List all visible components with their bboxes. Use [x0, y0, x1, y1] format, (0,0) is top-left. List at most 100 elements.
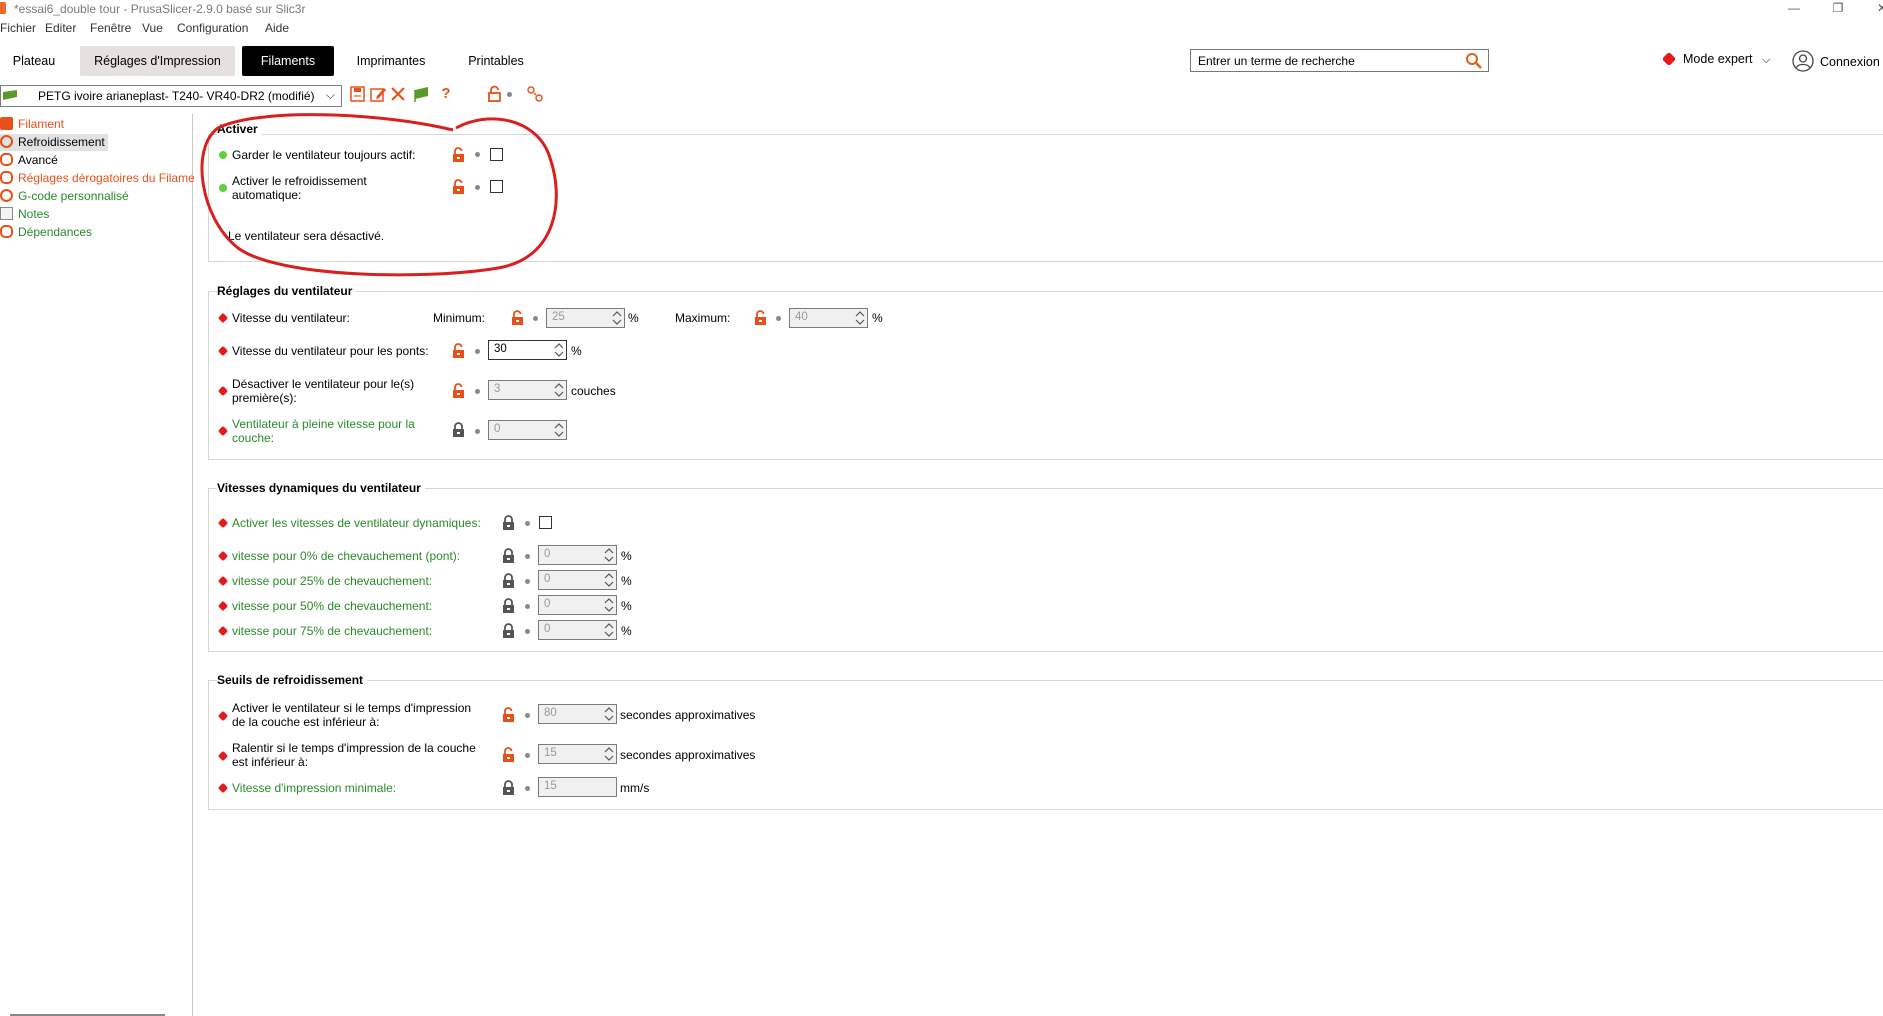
tree-item-dependances[interactable]: Dépendances: [0, 224, 92, 241]
delete-icon[interactable]: [389, 85, 407, 103]
unlock-icon[interactable]: [452, 179, 466, 195]
unlock-icon[interactable]: [452, 383, 466, 399]
group-title-reglages: Réglages du ventilateur: [217, 284, 357, 298]
lock-icon[interactable]: [502, 598, 516, 614]
spin-arrows-icon[interactable]: [553, 341, 565, 359]
info-ventilateur-desactive: Le ventilateur sera désactivé.: [228, 229, 385, 243]
input-value: 0: [544, 598, 551, 610]
tree-item-refroidissement[interactable]: Refroidissement: [0, 134, 108, 151]
input-value: 0: [544, 623, 551, 635]
tab-filaments[interactable]: Filaments: [242, 46, 334, 76]
spin-arrows-icon[interactable]: [603, 705, 615, 723]
spin-arrows-icon[interactable]: [603, 546, 615, 564]
minimize-button[interactable]: —: [1771, 0, 1817, 18]
close-button[interactable]: ✕: [1859, 0, 1883, 18]
bullet-icon: [776, 316, 781, 321]
unit-percent: %: [621, 599, 632, 613]
help-icon[interactable]: ?: [437, 85, 455, 103]
menu-fenetre[interactable]: Fenêtre: [90, 21, 131, 35]
min-print-speed-input[interactable]: 15: [538, 777, 617, 797]
notes-icon: [0, 207, 13, 220]
lock-icon[interactable]: [502, 515, 516, 531]
overhang-0-input[interactable]: 0: [538, 545, 617, 565]
chevron-down-icon: ⌵: [1761, 54, 1771, 66]
compare-icon[interactable]: [526, 85, 544, 103]
spin-arrows-icon[interactable]: [603, 571, 615, 589]
spin-arrows-icon[interactable]: [553, 421, 565, 439]
menu-fichier[interactable]: Fichier: [0, 21, 36, 35]
fan-below-layer-time-input[interactable]: 80: [538, 704, 617, 724]
flag-icon[interactable]: [413, 85, 431, 103]
checkbox-garder-ventilateur[interactable]: [490, 148, 503, 161]
wrench-icon: [0, 171, 13, 184]
search-icon[interactable]: [1465, 52, 1483, 70]
spin-arrows-icon[interactable]: [603, 745, 615, 763]
checkbox-activer-dynamiques[interactable]: [539, 516, 552, 529]
connexion-button[interactable]: Connexion: [1792, 50, 1880, 72]
lock-icon[interactable]: [502, 780, 516, 796]
window-title: *essai6_double tour - PrusaSlicer-2.9.0 …: [14, 2, 306, 16]
menu-configuration[interactable]: Configuration: [177, 21, 248, 35]
menu-vue[interactable]: Vue: [142, 21, 163, 35]
spin-arrows-icon[interactable]: [603, 596, 615, 614]
unlock-icon[interactable]: [452, 343, 466, 359]
tree-item-label: Refroidissement: [18, 135, 105, 149]
bullet-icon: [525, 713, 530, 718]
group-title-activer: Activer: [217, 122, 262, 136]
tab-reglages-impression[interactable]: Réglages d'Impression: [80, 46, 235, 76]
label-maximum: Maximum:: [675, 311, 731, 325]
tab-bar: Plateau Réglages d'Impression Filaments …: [0, 44, 1883, 76]
bridge-fan-speed-input[interactable]: 30: [488, 340, 567, 360]
wrench-icon: [0, 225, 13, 238]
unlock-icon[interactable]: [452, 147, 466, 163]
edit-icon[interactable]: [369, 85, 387, 103]
menu-aide[interactable]: Aide: [265, 21, 289, 35]
save-icon[interactable]: [349, 85, 367, 103]
lock-icon[interactable]: [502, 548, 516, 564]
min-fan-speed-input[interactable]: 25: [546, 308, 625, 328]
lock-icon[interactable]: [452, 422, 466, 438]
label-vitesse-0: vitesse pour 0% de chevauchement (pont):: [232, 549, 461, 563]
maximize-button[interactable]: ❐: [1815, 0, 1861, 18]
app-icon: [0, 2, 6, 14]
tab-plateau[interactable]: Plateau: [4, 46, 64, 76]
group-border: [208, 809, 1883, 810]
overhang-50-input[interactable]: 0: [538, 595, 617, 615]
disable-fan-layers-input[interactable]: 3: [488, 380, 567, 400]
tab-printables[interactable]: Printables: [458, 46, 534, 76]
max-fan-speed-input[interactable]: 40: [789, 308, 868, 328]
menu-bar: Fichier Editer Fenêtre Vue Configuration…: [0, 20, 1883, 38]
search-input[interactable]: [1191, 50, 1451, 71]
mode-expert-dropdown[interactable]: Mode expert ⌵: [1661, 51, 1771, 67]
overhang-25-input[interactable]: 0: [538, 570, 617, 590]
tree-item-reglages-derogatoires[interactable]: Réglages dérogatoires du Filame: [0, 170, 195, 187]
unlock-icon[interactable]: [486, 85, 504, 103]
label-vitesse-impression-min: Vitesse d'impression minimale:: [232, 781, 397, 795]
checkbox-refroidissement-auto[interactable]: [490, 180, 503, 193]
spin-arrows-icon[interactable]: [553, 381, 565, 399]
unit-mms: mm/s: [620, 781, 650, 795]
tab-imprimantes[interactable]: Imprimantes: [346, 46, 436, 76]
lock-icon[interactable]: [502, 623, 516, 639]
preset-select[interactable]: PETG ivoire arianeplast- T240- VR40-DR2 …: [0, 85, 342, 107]
overhang-75-input[interactable]: 0: [538, 620, 617, 640]
slowdown-below-layer-time-input[interactable]: 15: [538, 744, 617, 764]
lock-icon[interactable]: [502, 573, 516, 589]
unlock-icon[interactable]: [502, 707, 516, 723]
menu-editer[interactable]: Editer: [45, 21, 76, 35]
unlock-icon[interactable]: [511, 310, 525, 326]
unit-percent: %: [571, 344, 582, 358]
tree-item-filament[interactable]: Filament: [0, 116, 64, 133]
bullet-icon: [525, 604, 530, 609]
tree-item-gcode[interactable]: G-code personnalisé: [0, 188, 129, 205]
spin-arrows-icon[interactable]: [603, 621, 615, 639]
spin-arrows-icon[interactable]: [854, 309, 866, 327]
full-fan-speed-layer-input[interactable]: 0: [488, 420, 567, 440]
input-value: 3: [494, 383, 501, 395]
unlock-icon[interactable]: [502, 747, 516, 763]
spin-arrows-icon[interactable]: [611, 309, 623, 327]
tree-item-notes[interactable]: Notes: [0, 206, 49, 223]
tree-item-avance[interactable]: Avancé: [0, 152, 58, 169]
unlock-icon[interactable]: [754, 310, 768, 326]
connexion-label: Connexion: [1820, 55, 1880, 69]
